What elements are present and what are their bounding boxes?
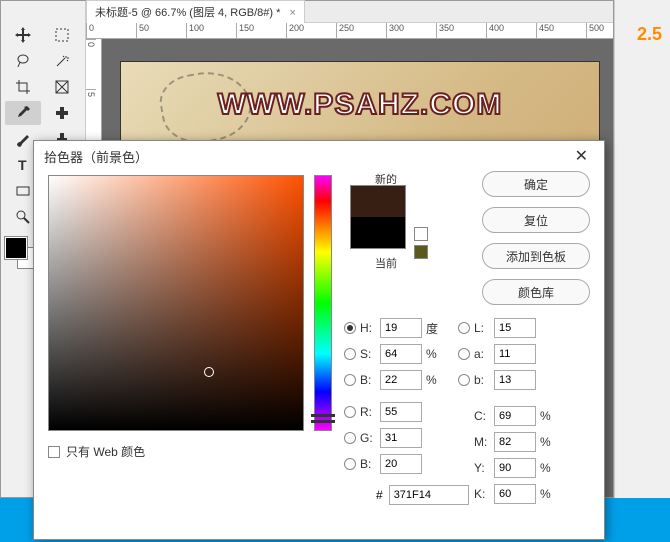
- input-a[interactable]: [494, 344, 536, 364]
- saturation-value-field[interactable]: [48, 175, 304, 431]
- hue-slider[interactable]: [314, 175, 332, 431]
- label-bc: B:: [360, 457, 376, 471]
- radio-a[interactable]: [458, 348, 470, 360]
- document-tabbar: 未标题-5 @ 66.7% (图层 4, RGB/8#) * ×: [1, 1, 613, 23]
- input-r[interactable]: [380, 402, 422, 422]
- lasso-tool[interactable]: [5, 49, 41, 73]
- frame-tool[interactable]: [44, 75, 80, 99]
- crop-tool[interactable]: [5, 75, 41, 99]
- input-g[interactable]: [380, 428, 422, 448]
- input-b[interactable]: [380, 370, 422, 390]
- radio-r[interactable]: [344, 406, 356, 418]
- dialog-title-text: 拾色器（前景色）: [44, 147, 148, 166]
- marquee-tool[interactable]: [44, 23, 80, 47]
- radio-b2[interactable]: [458, 374, 470, 386]
- webonly-checkbox[interactable]: [48, 446, 60, 458]
- color-preview: [350, 185, 406, 249]
- ruler-horizontal: 0501001502002503003504004505005506006507…: [86, 23, 613, 39]
- document-tab-title: 未标题-5 @ 66.7% (图层 4, RGB/8#) *: [95, 7, 280, 19]
- radio-h[interactable]: [344, 322, 356, 334]
- move-tool[interactable]: [5, 23, 41, 47]
- input-b2[interactable]: [494, 370, 536, 390]
- input-s[interactable]: [380, 344, 422, 364]
- svg-text:T: T: [18, 157, 27, 173]
- gamut-swatch[interactable]: [414, 245, 428, 259]
- label-l: L:: [474, 321, 490, 335]
- label-c: C:: [474, 409, 490, 423]
- radio-g[interactable]: [344, 432, 356, 444]
- label-b: B:: [360, 373, 376, 387]
- sv-cursor-icon: [204, 367, 214, 377]
- watermark-text: WWW.PSAHZ.COM: [218, 88, 503, 122]
- input-h[interactable]: [380, 318, 422, 338]
- preview-current-swatch[interactable]: [351, 217, 405, 248]
- input-hex[interactable]: [389, 485, 469, 505]
- unit-pct: %: [426, 347, 446, 361]
- unit-pct2: %: [426, 373, 446, 387]
- wand-tool[interactable]: [44, 49, 80, 73]
- dialog-titlebar[interactable]: 拾色器（前景色） ✕: [34, 141, 604, 171]
- eyedropper-tool[interactable]: [5, 101, 41, 125]
- ok-button[interactable]: 确定: [482, 171, 590, 197]
- label-s: S:: [360, 347, 376, 361]
- reset-button[interactable]: 复位: [482, 207, 590, 233]
- right-badge: 2.5: [637, 24, 662, 45]
- radio-s[interactable]: [344, 348, 356, 360]
- label-a: a:: [474, 347, 490, 361]
- unit-deg: 度: [426, 320, 446, 337]
- radio-b[interactable]: [344, 374, 356, 386]
- input-c[interactable]: [494, 406, 536, 426]
- color-library-button[interactable]: 颜色库: [482, 279, 590, 305]
- radio-bc[interactable]: [344, 458, 356, 470]
- add-swatch-button[interactable]: 添加到色板: [482, 243, 590, 269]
- webonly-label: 只有 Web 颜色: [66, 443, 145, 460]
- label-y: Y:: [474, 461, 490, 475]
- input-k[interactable]: [494, 484, 536, 504]
- right-panel-dock: [614, 0, 670, 498]
- input-bc[interactable]: [380, 454, 422, 474]
- heal-tool[interactable]: [44, 101, 80, 125]
- input-l[interactable]: [494, 318, 536, 338]
- radio-l[interactable]: [458, 322, 470, 334]
- hex-label: #: [376, 488, 383, 502]
- document-tab[interactable]: 未标题-5 @ 66.7% (图层 4, RGB/8#) * ×: [86, 0, 305, 23]
- preview-current-label: 当前: [358, 255, 414, 271]
- foreground-swatch[interactable]: [5, 237, 27, 259]
- label-m: M:: [474, 435, 490, 449]
- close-icon[interactable]: ×: [289, 7, 295, 19]
- input-m[interactable]: [494, 432, 536, 452]
- label-b2: b:: [474, 373, 490, 387]
- label-r: R:: [360, 405, 376, 419]
- label-g: G:: [360, 431, 376, 445]
- close-icon[interactable]: ✕: [569, 144, 594, 168]
- label-k: K:: [474, 487, 490, 501]
- label-h: H:: [360, 321, 376, 335]
- input-y[interactable]: [494, 458, 536, 478]
- preview-new-swatch[interactable]: [351, 186, 405, 217]
- gamut-warning-icon[interactable]: [414, 227, 428, 241]
- color-picker-dialog: 拾色器（前景色） ✕ 新的 当前 确定 复位 添加到色板 颜色库 H:: [33, 140, 605, 540]
